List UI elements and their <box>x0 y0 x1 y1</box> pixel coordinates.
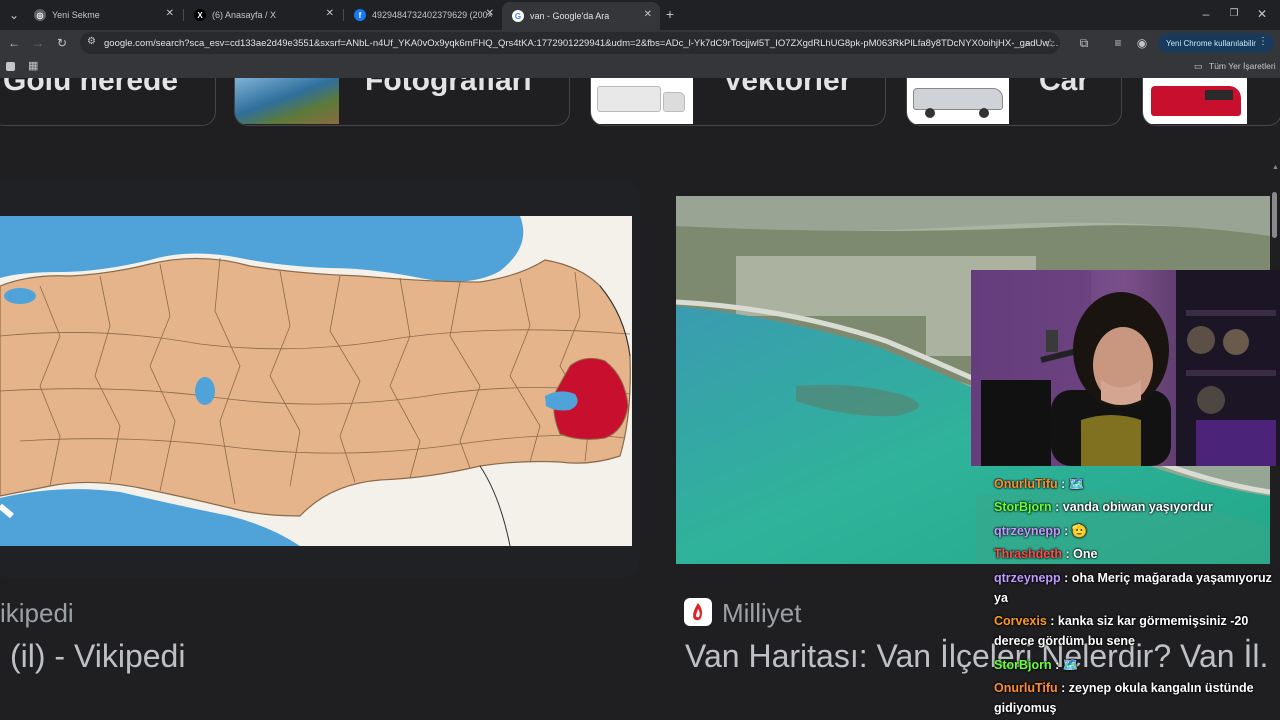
chat-message: OnurluTifu : 🗺️ <box>994 478 1276 494</box>
all-bookmarks[interactable]: Tüm Yer İşaretleri <box>1209 61 1276 71</box>
facebook-icon: f <box>354 9 366 21</box>
chat-username: StorBjorn <box>994 658 1052 672</box>
close-icon[interactable]: ✕ <box>644 9 652 20</box>
url-text: google.com/search?sca_esv=cd133ae2d49e35… <box>104 37 1059 49</box>
folder-icon: ▭ <box>1194 61 1203 71</box>
chat-message: Thrashdeth : One <box>994 544 1276 564</box>
chat-message: OnurluTifu : zeynep okula kangalın üstün… <box>994 678 1276 718</box>
chat-username: qtrzeynepp <box>994 571 1061 585</box>
tab-image[interactable]: f 4929484732402379629 (200×2… ✕ <box>344 4 502 26</box>
apps-grid-icon[interactable]: ▦ <box>28 59 38 72</box>
tab-title: van - Google'da Ara <box>530 11 610 21</box>
chat-message: Corvexis : kanka siz kar görmemişsiniz -… <box>994 611 1276 651</box>
google-icon: G <box>512 10 524 22</box>
toolbar: ← → ↻ ⚙ google.com/search?sca_esv=cd133a… <box>0 30 1280 56</box>
tab-x-home[interactable]: X (6) Anasayfa / X ✕ <box>184 4 342 26</box>
chat-username: Corvexis <box>994 614 1047 628</box>
chip-lake-location[interactable]: Gölü nerede <box>0 78 216 126</box>
chip-car[interactable]: Car <box>906 78 1122 126</box>
close-icon[interactable]: ✕ <box>326 8 334 19</box>
address-bar[interactable]: ⚙ google.com/search?sca_esv=cd133ae2d49e… <box>80 32 1060 54</box>
chat-username: StorBjorn <box>994 500 1052 514</box>
bookmark-star-icon[interactable]: ☆ <box>1042 35 1058 51</box>
back-icon[interactable]: ← <box>6 35 22 51</box>
scrollbar-thumb[interactable] <box>1272 192 1277 238</box>
chip-thumbnail <box>235 78 339 124</box>
menu-dots-icon[interactable]: ⋮ <box>1258 36 1268 47</box>
chip-label: Fotoğrafları <box>365 78 532 97</box>
tab-icon[interactable] <box>6 62 15 71</box>
site-settings-icon[interactable]: ⚙ <box>87 36 96 47</box>
result-source-milliyet[interactable]: Milliyet <box>722 598 801 629</box>
webcam-overlay <box>971 270 1280 466</box>
tab-new-tab[interactable]: ◎ Yeni Sekme ✕ <box>24 4 182 26</box>
update-chrome-button[interactable]: Yeni Chrome kullanılabilir ⋮ <box>1158 33 1274 53</box>
window-close-icon[interactable]: ✕ <box>1254 6 1270 22</box>
turkey-map-image <box>0 216 632 546</box>
chat-text: : 🫡 <box>1064 524 1088 538</box>
chip-photos[interactable]: Fotoğrafları <box>234 78 570 126</box>
chrome-icon: ◎ <box>34 9 46 21</box>
chat-username: OnurluTifu <box>994 478 1058 491</box>
extensions-icon[interactable]: ⧉ <box>1076 35 1092 51</box>
result-title-wikipedia[interactable]: (il) - Vikipedi <box>10 638 185 675</box>
chat-message: qtrzeynepp : 🫡 <box>994 521 1276 541</box>
close-icon[interactable]: ✕ <box>166 8 174 19</box>
milliyet-logo-icon <box>684 598 712 626</box>
webcam-video <box>971 270 1280 466</box>
chip-vectors[interactable]: Vektörler <box>590 78 886 126</box>
tab-google-search[interactable]: G van - Google'da Ara ✕ <box>502 2 660 30</box>
update-chrome-label: Yeni Chrome kullanılabilir <box>1166 38 1256 48</box>
tab-title: Yeni Sekme <box>52 10 100 20</box>
zoom-icon[interactable]: ⌕ <box>1020 35 1036 51</box>
forward-icon[interactable]: → <box>30 35 46 51</box>
tab-search-icon[interactable]: ⌄ <box>6 7 22 23</box>
stream-chat-overlay: OnurluTifu : 🗺️ StorBjorn : vanda obiwan… <box>990 478 1280 720</box>
tab-strip: ⌄ ◎ Yeni Sekme ✕ X (6) Anasayfa / X ✕ f … <box>0 0 1280 30</box>
chat-username: Thrashdeth <box>994 547 1063 561</box>
chat-text: : vanda obiwan yaşıyordur <box>1055 500 1213 514</box>
chat-message: StorBjorn : 🗺️ <box>994 655 1276 675</box>
scroll-up-icon[interactable]: ▲ <box>1272 164 1279 171</box>
chip-label: Car <box>1039 78 1090 97</box>
minimize-icon[interactable]: – <box>1198 6 1214 22</box>
tab-title: 4929484732402379629 (200×2… <box>372 10 492 20</box>
bookmarks-bar: ▦ ▭ Tüm Yer İşaretleri <box>0 56 1280 78</box>
chat-text: : 🗺️ <box>1055 658 1079 672</box>
chip-thumbnail <box>1143 78 1247 124</box>
page-scrollbar[interactable]: ▲ <box>1270 164 1279 254</box>
restore-icon[interactable]: ❐ <box>1226 6 1242 22</box>
tab-title: (6) Anasayfa / X <box>212 10 277 20</box>
chat-message: qtrzeynepp : oha Meriç mağarada yaşamıyo… <box>994 568 1276 608</box>
chip-label: Gölü nerede <box>3 78 179 97</box>
reload-icon[interactable]: ↻ <box>54 35 70 51</box>
chat-text: : One <box>1065 547 1098 561</box>
media-icon[interactable]: ≡ <box>1110 35 1126 51</box>
close-icon[interactable]: ✕ <box>486 8 494 19</box>
chat-username: OnurluTifu <box>994 681 1058 695</box>
chat-text: : 🗺️ <box>1061 478 1085 491</box>
chat-username: qtrzeynepp <box>994 524 1061 538</box>
result-source-wikipedia[interactable]: ikipedi <box>0 598 74 629</box>
chip-thumbnail <box>907 78 1009 124</box>
chip-thumbnail <box>591 78 693 124</box>
new-tab-icon[interactable]: + <box>662 6 678 22</box>
chip-label: Vektörler <box>723 78 852 97</box>
x-logo-icon: X <box>194 9 206 21</box>
chip-partial[interactable] <box>1142 78 1280 126</box>
profile-icon[interactable]: ◉ <box>1134 35 1150 51</box>
chat-message: StorBjorn : vanda obiwan yaşıyordur <box>994 497 1276 517</box>
result-image-map[interactable] <box>0 216 632 546</box>
